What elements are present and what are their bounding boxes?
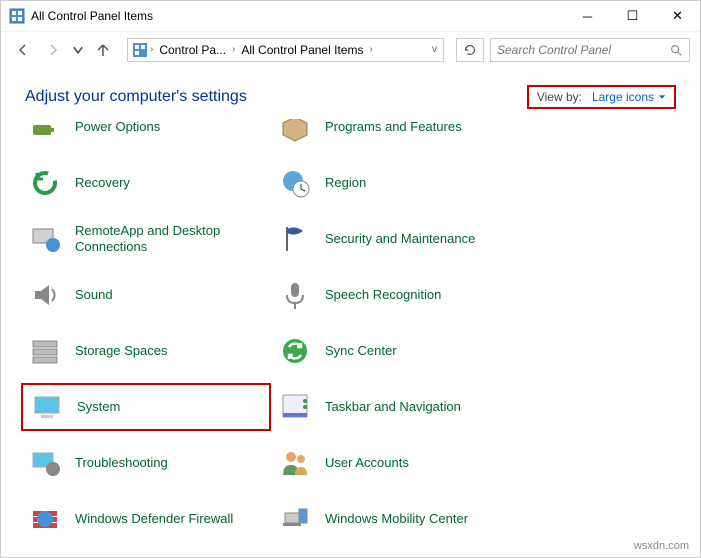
chevron-down-icon — [658, 93, 666, 101]
chevron-right-icon: › — [367, 44, 374, 55]
remote-icon — [29, 223, 61, 255]
monitor-gear-icon — [29, 447, 61, 479]
page-title: Adjust your computer's settings — [25, 88, 527, 106]
back-button[interactable] — [11, 38, 35, 62]
chevron-down-icon[interactable]: v — [430, 44, 439, 55]
control-panel-icon — [9, 8, 25, 24]
item-region[interactable]: Region — [271, 159, 581, 207]
speaker-icon — [29, 279, 61, 311]
forward-button[interactable] — [41, 38, 65, 62]
close-button[interactable]: ✕ — [655, 1, 700, 31]
monitor-icon — [31, 391, 63, 423]
breadcrumb-control-panel[interactable]: Control Pa... — [155, 43, 230, 57]
globe-clock-icon — [279, 167, 311, 199]
mobility-icon — [279, 503, 311, 535]
view-by-dropdown[interactable]: View by: Large icons — [527, 85, 676, 109]
refresh-button[interactable] — [456, 38, 484, 62]
item-storage[interactable]: Storage Spaces — [21, 327, 271, 375]
minimize-button[interactable]: ─ — [565, 1, 610, 31]
taskbar-icon — [279, 391, 311, 423]
flag-icon — [279, 223, 311, 255]
drives-icon — [29, 335, 61, 367]
item-work-folders[interactable]: Work Folders — [21, 551, 271, 557]
dropdown-history-button[interactable] — [71, 38, 85, 62]
up-button[interactable] — [91, 38, 115, 62]
power-icon — [29, 119, 61, 143]
chevron-right-icon: › — [230, 44, 237, 55]
item-taskbar[interactable]: Taskbar and Navigation — [271, 383, 581, 431]
firewall-icon — [29, 503, 61, 535]
item-programs-features[interactable]: Programs and Features — [271, 119, 581, 151]
item-remoteapp[interactable]: RemoteApp and Desktop Connections — [21, 215, 271, 263]
view-by-value[interactable]: Large icons — [592, 90, 666, 104]
users-icon — [279, 447, 311, 479]
control-panel-icon — [132, 42, 148, 58]
item-user-accounts[interactable]: User Accounts — [271, 439, 581, 487]
toolbar: › Control Pa... › All Control Panel Item… — [1, 31, 700, 67]
item-sound[interactable]: Sound — [21, 271, 271, 319]
item-mobility-center[interactable]: Windows Mobility Center — [271, 495, 581, 543]
search-icon — [669, 43, 683, 57]
watermark: wsxdn.com — [634, 540, 689, 552]
item-system[interactable]: System — [21, 383, 271, 431]
sync-icon — [279, 335, 311, 367]
microphone-icon — [279, 279, 311, 311]
item-sync[interactable]: Sync Center — [271, 327, 581, 375]
address-bar[interactable]: › Control Pa... › All Control Panel Item… — [127, 38, 444, 62]
chevron-right-icon: › — [148, 44, 155, 55]
view-by-label: View by: — [537, 90, 582, 104]
item-security[interactable]: Security and Maintenance — [271, 215, 581, 263]
item-speech[interactable]: Speech Recognition — [271, 271, 581, 319]
box-icon — [279, 119, 311, 143]
recovery-icon — [29, 167, 61, 199]
item-power-options[interactable]: Power Options — [21, 119, 271, 151]
maximize-button[interactable]: ☐ — [610, 1, 655, 31]
titlebar: All Control Panel Items ─ ☐ ✕ — [1, 1, 700, 31]
item-defender-firewall[interactable]: Windows Defender Firewall — [21, 495, 271, 543]
window-title: All Control Panel Items — [31, 9, 565, 23]
item-recovery[interactable]: Recovery — [21, 159, 271, 207]
breadcrumb-all-items[interactable]: All Control Panel Items — [237, 43, 367, 57]
search-box[interactable] — [490, 38, 690, 62]
search-input[interactable] — [497, 43, 669, 57]
item-troubleshooting[interactable]: Troubleshooting — [21, 439, 271, 487]
